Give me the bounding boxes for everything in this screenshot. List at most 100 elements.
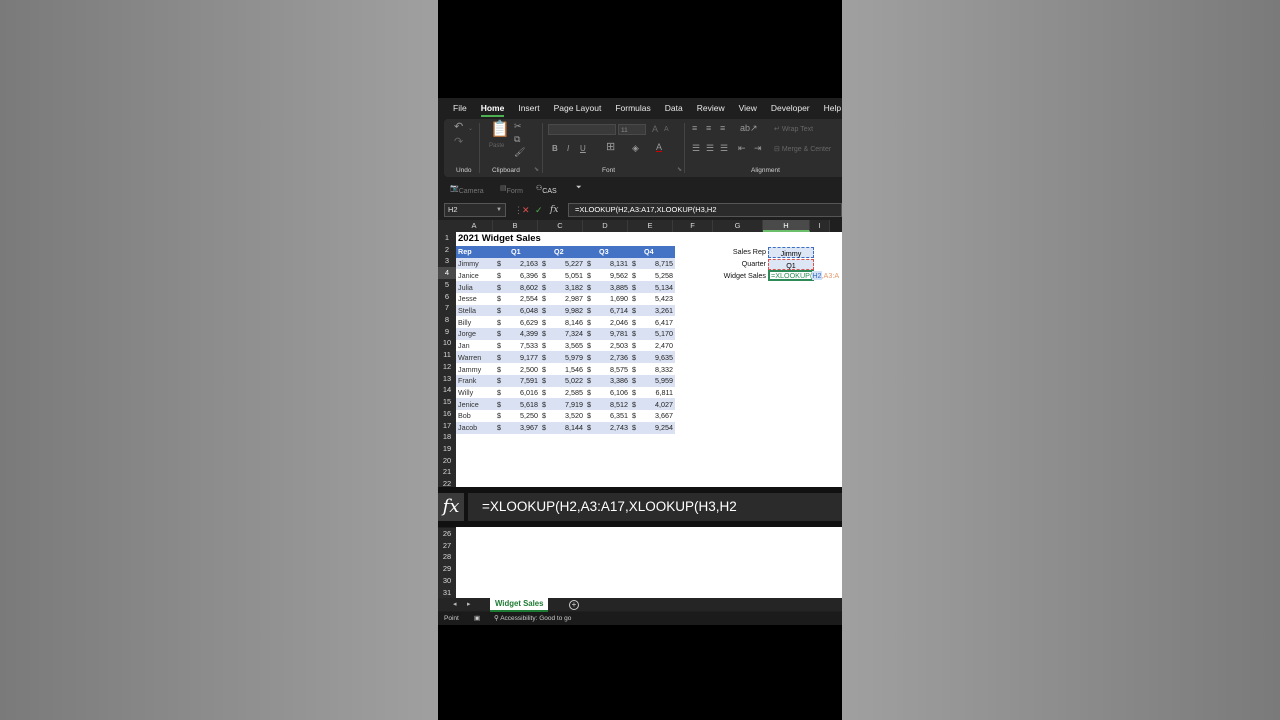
row-header[interactable]: 6 bbox=[438, 290, 456, 303]
currency-symbol[interactable]: $ bbox=[495, 316, 505, 329]
currency-symbol[interactable]: $ bbox=[630, 292, 640, 305]
q4-cell[interactable]: 2,470 bbox=[640, 339, 675, 352]
q2-cell[interactable]: 7,919 bbox=[550, 398, 585, 411]
align-right-icon[interactable]: ☰ bbox=[720, 143, 728, 153]
currency-symbol[interactable]: $ bbox=[585, 398, 595, 411]
q2-cell[interactable]: 2,987 bbox=[550, 292, 585, 305]
fill-color-icon[interactable]: ◈ bbox=[632, 143, 639, 153]
quarter-input[interactable]: Q1 bbox=[768, 259, 814, 270]
sales-rep-input[interactable]: Jimmy bbox=[768, 247, 814, 258]
widget-sales-cell[interactable]: =XLOOKUP(H2,A3:A bbox=[768, 270, 839, 281]
q3-cell[interactable]: 3,386 bbox=[595, 374, 630, 387]
currency-symbol[interactable]: $ bbox=[630, 339, 640, 352]
copy-icon[interactable]: ⧉ bbox=[514, 134, 520, 144]
column-header-d[interactable]: D bbox=[583, 220, 628, 232]
add-sheet-button[interactable]: + bbox=[569, 600, 579, 610]
font-color-icon[interactable]: A bbox=[656, 142, 662, 152]
q4-cell[interactable]: 3,667 bbox=[640, 410, 675, 422]
currency-symbol[interactable]: $ bbox=[540, 398, 550, 411]
q4-cell[interactable]: 4,027 bbox=[640, 398, 675, 411]
menu-page-layout[interactable]: Page Layout bbox=[554, 98, 602, 118]
menu-home[interactable]: Home bbox=[480, 98, 504, 118]
currency-symbol[interactable]: $ bbox=[540, 421, 550, 434]
row-header[interactable]: 2 bbox=[438, 243, 456, 256]
currency-symbol[interactable]: $ bbox=[495, 281, 505, 293]
font-launcher-icon[interactable]: ⬊ bbox=[677, 165, 682, 175]
q3-cell[interactable]: 2,743 bbox=[595, 421, 630, 434]
rep-cell[interactable]: Jenice bbox=[456, 398, 495, 411]
currency-symbol[interactable]: $ bbox=[630, 304, 640, 317]
row-header[interactable]: 5 bbox=[438, 278, 456, 291]
q3-cell[interactable]: 1,690 bbox=[595, 292, 630, 305]
currency-symbol[interactable]: $ bbox=[585, 363, 595, 375]
column-header-h[interactable]: H bbox=[763, 220, 810, 232]
q2-cell[interactable]: 5,051 bbox=[550, 269, 585, 282]
currency-symbol[interactable]: $ bbox=[585, 269, 595, 282]
header-q3[interactable]: Q3 bbox=[585, 246, 630, 258]
row-header[interactable]: 10 bbox=[438, 337, 456, 350]
currency-symbol[interactable]: $ bbox=[495, 363, 505, 375]
currency-symbol[interactable]: $ bbox=[540, 363, 550, 375]
redo-icon[interactable]: ↷ bbox=[454, 137, 463, 148]
currency-symbol[interactable]: $ bbox=[540, 292, 550, 305]
q2-cell[interactable]: 2,585 bbox=[550, 386, 585, 399]
decrease-indent-icon[interactable]: ⇤ bbox=[738, 143, 746, 153]
q2-cell[interactable]: 8,144 bbox=[550, 421, 585, 434]
q1-cell[interactable]: 9,177 bbox=[505, 351, 540, 364]
currency-symbol[interactable]: $ bbox=[495, 328, 505, 340]
q1-cell[interactable]: 5,618 bbox=[505, 398, 540, 411]
currency-symbol[interactable]: $ bbox=[495, 292, 505, 305]
currency-symbol[interactable]: $ bbox=[630, 351, 640, 364]
currency-symbol[interactable]: $ bbox=[585, 281, 595, 293]
formula-input[interactable]: =XLOOKUP(H2,A3:A17,XLOOKUP(H3,H2 bbox=[568, 203, 842, 217]
format-painter-icon[interactable]: 🖌 bbox=[514, 147, 525, 157]
row-header[interactable]: 14 bbox=[438, 384, 456, 397]
currency-symbol[interactable]: $ bbox=[630, 398, 640, 411]
row-header[interactable]: 1 bbox=[438, 232, 456, 244]
currency-symbol[interactable]: $ bbox=[495, 351, 505, 364]
q2-cell[interactable]: 3,182 bbox=[550, 281, 585, 293]
rep-cell[interactable]: Warren bbox=[456, 351, 495, 364]
cut-icon[interactable]: ✂ bbox=[514, 121, 522, 131]
row-header[interactable]: 20 bbox=[438, 454, 456, 467]
q3-cell[interactable]: 9,781 bbox=[595, 328, 630, 340]
paste-icon[interactable]: 📋 bbox=[490, 122, 510, 138]
currency-symbol[interactable]: $ bbox=[585, 304, 595, 317]
currency-symbol[interactable]: $ bbox=[495, 339, 505, 352]
borders-icon[interactable]: ⊞ bbox=[606, 142, 615, 153]
currency-symbol[interactable]: $ bbox=[540, 386, 550, 399]
q3-cell[interactable]: 2,503 bbox=[595, 339, 630, 352]
row-header[interactable]: 30 bbox=[438, 574, 456, 587]
currency-symbol[interactable]: $ bbox=[630, 328, 640, 340]
q3-cell[interactable]: 9,562 bbox=[595, 269, 630, 282]
rep-cell[interactable]: Billy bbox=[456, 316, 495, 329]
row-header[interactable]: 18 bbox=[438, 431, 456, 443]
row-header[interactable]: 4 bbox=[438, 267, 456, 279]
q3-cell[interactable]: 6,714 bbox=[595, 304, 630, 317]
paste-label[interactable]: Paste bbox=[489, 141, 504, 151]
increase-font-icon[interactable]: A bbox=[652, 124, 658, 134]
menu-insert[interactable]: Insert bbox=[518, 98, 539, 118]
enter-icon[interactable]: ✓ bbox=[535, 203, 543, 217]
column-header-g[interactable]: G bbox=[713, 220, 763, 232]
currency-symbol[interactable]: $ bbox=[540, 374, 550, 387]
select-all-corner[interactable] bbox=[438, 220, 456, 232]
column-header-b[interactable]: B bbox=[493, 220, 538, 232]
rep-cell[interactable]: Jesse bbox=[456, 292, 495, 305]
rep-cell[interactable]: Janice bbox=[456, 269, 495, 282]
font-size-select[interactable]: 11 bbox=[618, 124, 646, 135]
row-header[interactable]: 21 bbox=[438, 466, 456, 479]
q4-cell[interactable]: 6,811 bbox=[640, 386, 675, 399]
currency-symbol[interactable]: $ bbox=[585, 292, 595, 305]
currency-symbol[interactable]: $ bbox=[585, 339, 595, 352]
menu-file[interactable]: File bbox=[453, 98, 467, 118]
q2-cell[interactable]: 5,022 bbox=[550, 374, 585, 387]
currency-symbol[interactable]: $ bbox=[630, 410, 640, 422]
currency-symbol[interactable]: $ bbox=[585, 351, 595, 364]
rep-cell[interactable]: Jacob bbox=[456, 421, 495, 434]
prev-sheet-button[interactable]: ◂ bbox=[453, 598, 457, 611]
header-rep[interactable]: Rep bbox=[456, 246, 495, 258]
currency-symbol[interactable]: $ bbox=[630, 363, 640, 375]
q4-cell[interactable]: 5,959 bbox=[640, 374, 675, 387]
currency-symbol[interactable]: $ bbox=[540, 281, 550, 293]
